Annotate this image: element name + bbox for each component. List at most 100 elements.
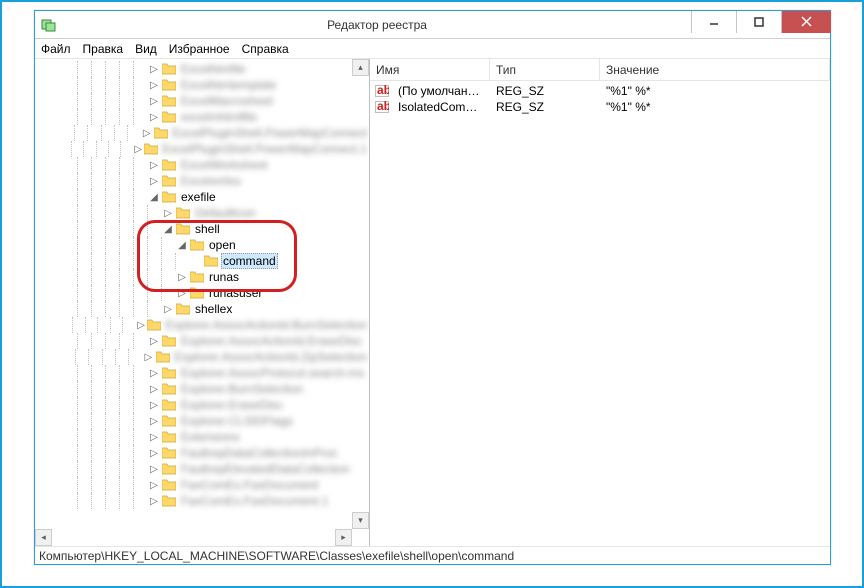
expand-toggle-icon[interactable]: ▷	[147, 176, 161, 187]
tree-item[interactable]: ▷Extensions	[35, 429, 369, 445]
statusbar: Компьютер\HKEY_LOCAL_MACHINE\SOFTWARE\Cl…	[35, 546, 830, 564]
expand-toggle-icon[interactable]: ▷	[147, 336, 161, 347]
col-type[interactable]: Тип	[490, 59, 600, 80]
expand-toggle-icon[interactable]	[189, 256, 203, 267]
tree-item[interactable]: ◢ exefile	[35, 189, 369, 205]
col-name[interactable]: Имя	[370, 59, 490, 80]
tree-item[interactable]: ▷FaultrepDataCollectionInProc	[35, 445, 369, 461]
tree-item[interactable]: ▷ Explorer.CLSIDFlags	[35, 413, 369, 429]
tree-item-label: ExcelPluginShell.PowerMapConnect.1	[160, 142, 369, 156]
list-row[interactable]: ab(По умолчанию)REG_SZ"%1" %*	[370, 83, 830, 99]
folder-icon	[161, 382, 177, 396]
folder-icon	[161, 190, 177, 204]
folder-icon	[161, 62, 177, 76]
expand-toggle-icon[interactable]: ▷	[147, 416, 161, 427]
expand-toggle-icon[interactable]: ◢	[161, 224, 175, 235]
tree-item[interactable]: ▷runasuser	[35, 285, 369, 301]
expand-toggle-icon[interactable]: ▷	[147, 432, 161, 443]
menu-help[interactable]: Справка	[242, 42, 289, 56]
tree-item[interactable]: ▷FaxComEx.FaxDocument	[35, 477, 369, 493]
string-value-icon: ab	[374, 99, 390, 115]
menu-view[interactable]: Вид	[135, 42, 157, 56]
expand-toggle-icon[interactable]: ▷	[147, 96, 161, 107]
close-button[interactable]	[781, 11, 831, 33]
tree-item[interactable]: ▷ExcelWorksheet	[35, 157, 369, 173]
minimize-button[interactable]	[691, 11, 736, 33]
expand-toggle-icon[interactable]: ◢	[147, 192, 161, 203]
maximize-button[interactable]	[736, 11, 781, 33]
folder-icon	[189, 238, 205, 252]
cell-type: REG_SZ	[490, 100, 600, 114]
expand-toggle-icon[interactable]: ▷	[147, 464, 161, 475]
tree-item[interactable]: ▷ Explorer.AssocActionId.BurnSelection	[35, 317, 369, 333]
expand-toggle-icon[interactable]: ▷	[132, 144, 144, 155]
expand-toggle-icon[interactable]: ▷	[175, 288, 189, 299]
tree-item[interactable]: ▷ExcelPluginShell.PowerMapConnect	[35, 125, 369, 141]
tree-item-label: DefaultIcon	[193, 206, 258, 220]
tree-item[interactable]: command	[35, 253, 369, 269]
tree-item[interactable]: ▷ Explorer.EraseDisc	[35, 397, 369, 413]
tree-item-label: shellex	[193, 302, 234, 316]
scroll-left-button[interactable]: ◂	[35, 529, 52, 546]
tree-item[interactable]: ▷ExcelMacrosheet	[35, 93, 369, 109]
expand-toggle-icon[interactable]: ▷	[147, 480, 161, 491]
tree-item[interactable]: ▷ shellex	[35, 301, 369, 317]
tree-item-label: Explorer.AssocActionId.ZipSelection	[172, 350, 369, 364]
col-value[interactable]: Значение	[600, 59, 830, 80]
scroll-up-button[interactable]: ▴	[352, 59, 369, 76]
tree-item[interactable]: ▷ Explorer.AssocActionId.ZipSelection	[35, 349, 369, 365]
tree-item-label: Explorer.EraseDisc	[179, 398, 285, 412]
tree-item[interactable]: ▷Explorer.AssocActionId.EraseDisc	[35, 333, 369, 349]
expand-toggle-icon[interactable]: ◢	[175, 240, 189, 251]
tree-view[interactable]: ▷ Excelhtmfile▷Excelhtmtemplate▷ExcelMacr…	[35, 59, 369, 546]
folder-icon	[161, 366, 177, 380]
menu-file[interactable]: Файл	[41, 42, 71, 56]
tree-item[interactable]: ▷excelmhtmlfile	[35, 109, 369, 125]
expand-toggle-icon[interactable]: ▷	[161, 304, 175, 315]
tree-item[interactable]: ▷FaxComEx.FaxDocument.1	[35, 493, 369, 509]
folder-icon	[161, 94, 177, 108]
tree-item[interactable]: ▷ ExcelPluginShell.PowerMapConnect.1	[35, 141, 369, 157]
tree-item-label: FaultrepElevatedDataCollection	[179, 462, 352, 476]
expand-toggle-icon[interactable]: ▷	[147, 64, 161, 75]
expand-toggle-icon[interactable]: ▷	[175, 272, 189, 283]
tree-item[interactable]: ▷ Excelhtmfile	[35, 61, 369, 77]
tree-item[interactable]: ◢open	[35, 237, 369, 253]
scroll-down-button[interactable]: ▾	[352, 512, 369, 529]
tree-item[interactable]: ▷Excelhtmtemplate	[35, 77, 369, 93]
cell-value: "%1" %*	[600, 100, 830, 114]
expand-toggle-icon[interactable]: ▷	[147, 160, 161, 171]
folder-icon	[203, 254, 219, 268]
menu-edit[interactable]: Правка	[83, 42, 124, 56]
expand-toggle-icon[interactable]: ▷	[147, 80, 161, 91]
cell-value: "%1" %*	[600, 84, 830, 98]
expand-toggle-icon[interactable]: ▷	[161, 208, 175, 219]
expand-toggle-icon[interactable]: ▷	[140, 128, 153, 139]
folder-icon	[175, 206, 191, 220]
scroll-right-button[interactable]: ▸	[335, 529, 352, 546]
tree-item[interactable]: ▷ DefaultIcon	[35, 205, 369, 221]
folder-icon	[161, 494, 177, 508]
tree-item-label: Explorer.CLSIDFlags	[179, 414, 295, 428]
list-row[interactable]: abIsolatedComma...REG_SZ"%1" %*	[370, 99, 830, 115]
expand-toggle-icon[interactable]: ▷	[135, 320, 147, 331]
tree-item[interactable]: ▷Excelxmlss	[35, 173, 369, 189]
tree-item-label: exefile	[179, 190, 218, 204]
expand-toggle-icon[interactable]: ▷	[147, 368, 161, 379]
tree-item[interactable]: ▷runas	[35, 269, 369, 285]
status-path: Компьютер\HKEY_LOCAL_MACHINE\SOFTWARE\Cl…	[39, 549, 514, 563]
tree-item[interactable]: ▷Explorer.AssocProtocol.search-ms	[35, 365, 369, 381]
tree-item[interactable]: ◢shell	[35, 221, 369, 237]
tree-item[interactable]: ▷ FaultrepElevatedDataCollection	[35, 461, 369, 477]
expand-toggle-icon[interactable]: ▷	[142, 352, 155, 363]
expand-toggle-icon[interactable]: ▷	[147, 384, 161, 395]
expand-toggle-icon[interactable]: ▷	[147, 496, 161, 507]
folder-icon	[161, 478, 177, 492]
tree-item-label: Explorer.AssocActionId.BurnSelection	[164, 318, 369, 332]
menu-favorites[interactable]: Избранное	[169, 42, 230, 56]
expand-toggle-icon[interactable]: ▷	[147, 112, 161, 123]
expand-toggle-icon[interactable]: ▷	[147, 448, 161, 459]
expand-toggle-icon[interactable]: ▷	[147, 400, 161, 411]
tree-item[interactable]: ▷Explorer.BurnSelection	[35, 381, 369, 397]
tree-item-label: Excelhtmfile	[179, 62, 248, 76]
